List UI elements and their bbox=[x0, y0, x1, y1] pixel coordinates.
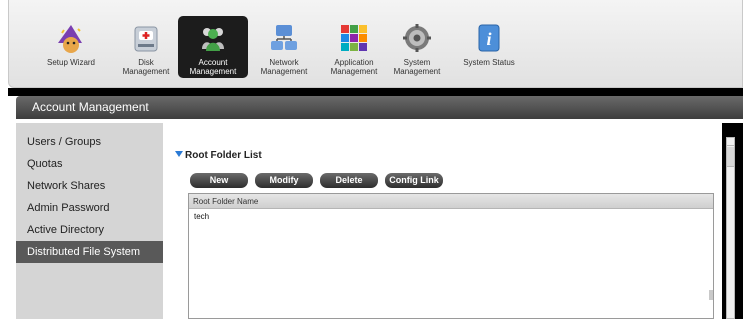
svg-text:i: i bbox=[486, 29, 491, 49]
table-scrollbar[interactable] bbox=[709, 290, 713, 300]
network-management-button[interactable]: Network Management bbox=[249, 16, 319, 78]
sidebar-item-network-shares[interactable]: Network Shares bbox=[16, 175, 163, 197]
network-icon bbox=[271, 25, 297, 50]
toolbar-label: Account Management bbox=[189, 58, 237, 76]
scroll-thumb[interactable] bbox=[727, 147, 734, 167]
users-icon bbox=[202, 28, 224, 51]
section-title[interactable]: Root Folder List bbox=[175, 150, 262, 161]
system-management-button[interactable]: System Management bbox=[382, 16, 452, 78]
toolbar-label: System Management bbox=[393, 58, 441, 76]
sidebar-item-active-directory[interactable]: Active Directory bbox=[16, 219, 163, 241]
top-toolbar: Setup Wizard Disk Management Account Man… bbox=[8, 0, 743, 88]
toolbar-label: Setup Wizard bbox=[46, 58, 96, 67]
sidebar-item-users-groups[interactable]: Users / Groups bbox=[16, 131, 163, 153]
delete-button[interactable]: Delete bbox=[320, 173, 378, 188]
table-row[interactable]: tech bbox=[189, 209, 713, 225]
sidebar-item-quotas[interactable]: Quotas bbox=[16, 153, 163, 175]
new-button[interactable]: New bbox=[190, 173, 248, 188]
info-icon: i bbox=[478, 24, 500, 52]
modify-button[interactable]: Modify bbox=[255, 173, 313, 188]
config-link-button[interactable]: Config Link bbox=[385, 173, 443, 188]
toolbar-label: Application Management bbox=[330, 58, 378, 76]
sidebar-item-admin-password[interactable]: Admin Password bbox=[16, 197, 163, 219]
sidebar: Users / Groups Quotas Network Shares Adm… bbox=[16, 123, 163, 319]
column-header-root-folder-name[interactable]: Root Folder Name bbox=[189, 194, 713, 209]
page-scrollbar[interactable] bbox=[726, 137, 735, 319]
toolbar-label: Disk Management bbox=[122, 58, 170, 76]
application-management-button[interactable]: Application Management bbox=[319, 16, 389, 78]
toolbar-label: System Status bbox=[463, 58, 515, 67]
root-folder-table: Root Folder Name tech bbox=[188, 193, 714, 319]
setup-wizard-button[interactable]: Setup Wizard bbox=[36, 16, 106, 78]
account-management-button[interactable]: Account Management bbox=[178, 16, 248, 78]
disk-management-button[interactable]: Disk Management bbox=[111, 16, 181, 78]
system-icon bbox=[403, 24, 431, 52]
toolbar-label: Network Management bbox=[260, 58, 308, 76]
page-header: Account Management bbox=[16, 96, 743, 119]
section-title-text: Root Folder List bbox=[185, 150, 262, 161]
disk-icon bbox=[134, 26, 158, 52]
sidebar-item-distributed-file-system[interactable]: Distributed File System bbox=[16, 241, 163, 263]
system-status-button[interactable]: i System Status bbox=[454, 16, 524, 78]
collapse-triangle-icon[interactable] bbox=[175, 151, 183, 157]
toolbar-divider bbox=[8, 88, 743, 96]
wizard-icon bbox=[58, 25, 82, 53]
apps-icon bbox=[341, 25, 367, 51]
scroll-up-arrow[interactable] bbox=[727, 138, 734, 146]
